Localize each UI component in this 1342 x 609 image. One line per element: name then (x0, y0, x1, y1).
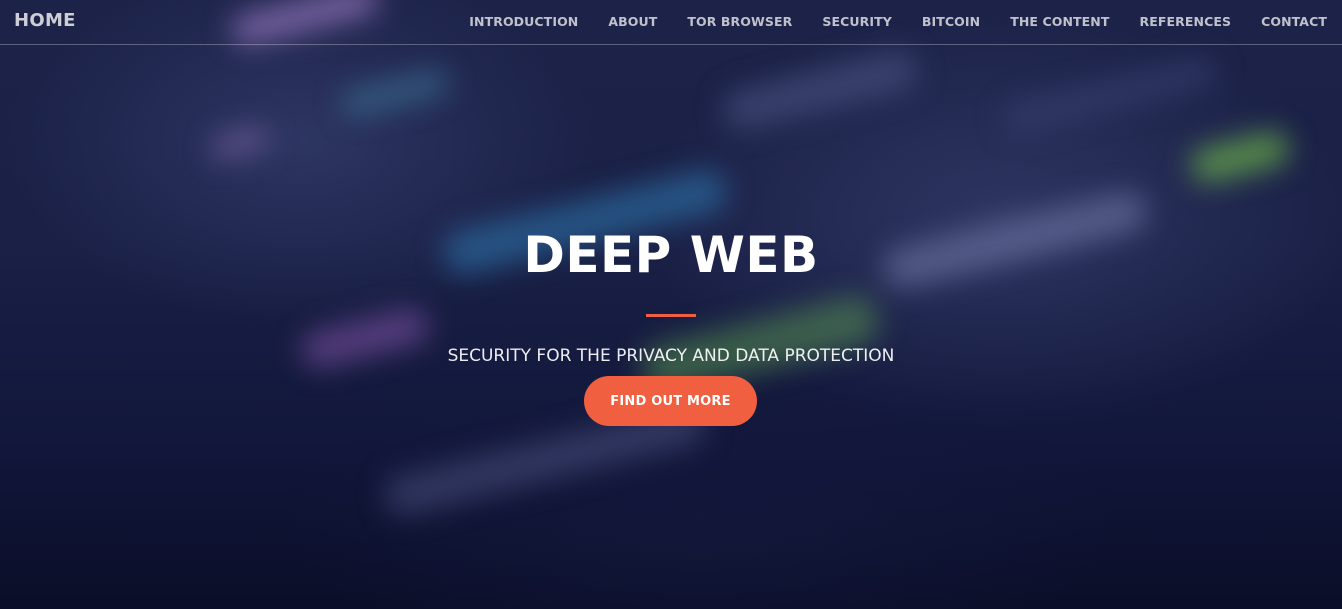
home-link[interactable]: HOME (14, 10, 76, 31)
hero-subtitle: SECURITY FOR THE PRIVACY AND DATA PROTEC… (447, 346, 895, 366)
nav-item-security[interactable]: SECURITY (822, 14, 892, 29)
nav-item-tor-browser[interactable]: TOR BROWSER (687, 14, 792, 29)
nav-item-about[interactable]: ABOUT (608, 14, 657, 29)
nav-item-references[interactable]: REFERENCES (1140, 14, 1232, 29)
hero-title: DEEP WEB (523, 226, 819, 284)
top-navbar: HOME INTRODUCTION ABOUT TOR BROWSER SECU… (0, 0, 1342, 45)
hero-section: HOME INTRODUCTION ABOUT TOR BROWSER SECU… (0, 0, 1342, 609)
nav-item-contact[interactable]: CONTACT (1261, 14, 1327, 29)
find-out-more-button[interactable]: FIND OUT MORE (584, 376, 757, 426)
nav-item-introduction[interactable]: INTRODUCTION (469, 14, 578, 29)
nav-item-bitcoin[interactable]: BITCOIN (922, 14, 980, 29)
nav-item-the-content[interactable]: THE CONTENT (1010, 14, 1109, 29)
title-divider (646, 314, 696, 317)
nav-menu: INTRODUCTION ABOUT TOR BROWSER SECURITY … (439, 14, 1327, 29)
hero-background-image (0, 0, 1342, 609)
